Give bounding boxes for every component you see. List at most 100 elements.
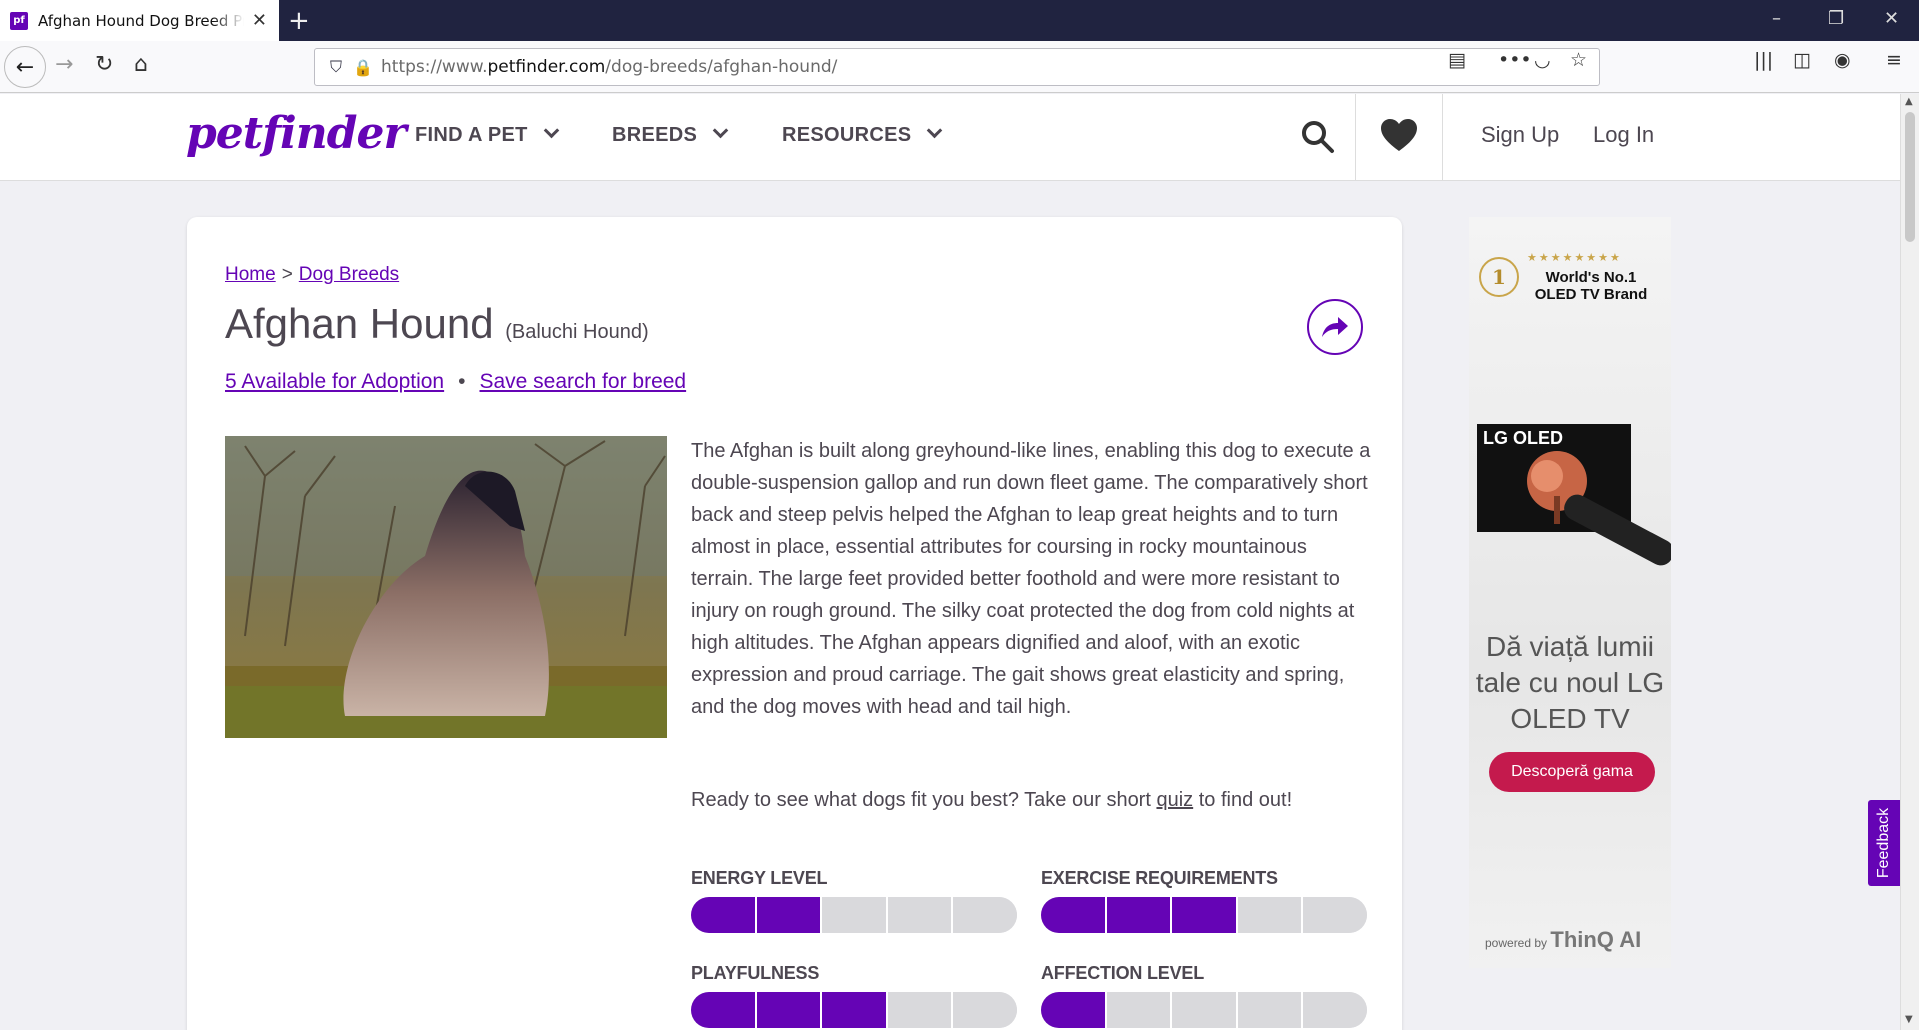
minimize-icon[interactable]: –: [1772, 8, 1781, 29]
search-icon[interactable]: [1300, 119, 1336, 155]
feedback-label: Feedback: [1875, 807, 1893, 879]
ad-headline: Dă viață lumii tale cu noul LG OLED TV: [1475, 631, 1665, 734]
meter-segment-empty: [822, 897, 888, 933]
meter-segment-empty: [1237, 897, 1304, 933]
brand-line-1: World's No.1: [1545, 269, 1637, 286]
petfinder-logo[interactable]: petfinder: [186, 108, 407, 159]
share-button[interactable]: [1307, 299, 1363, 355]
reload-icon[interactable]: ↻: [95, 52, 113, 77]
available-for-adoption-link[interactable]: 5 Available for Adoption: [225, 370, 444, 393]
heart-icon[interactable]: [1381, 119, 1417, 153]
sidebar-icon[interactable]: ◫: [1793, 49, 1811, 71]
home-icon[interactable]: ⌂: [134, 52, 148, 77]
chevron-down-icon: [543, 122, 559, 139]
url-path: /dog-breeds/afghan-hound/: [605, 57, 838, 77]
forward-icon[interactable]: →: [55, 52, 73, 77]
close-tab-icon[interactable]: ✕: [252, 10, 267, 31]
meter-segment-filled: [691, 897, 757, 933]
menu-label: BREEDS: [612, 124, 698, 146]
chevron-down-icon: [927, 122, 943, 139]
page-title: Afghan Hound (Baluchi Hound): [225, 300, 649, 348]
scroll-thumb[interactable]: [1905, 112, 1915, 242]
log-in-link[interactable]: Log In: [1593, 122, 1654, 148]
adoption-links: 5 Available for Adoption • Save search for…: [225, 370, 686, 394]
menu-label: FIND A PET: [415, 124, 528, 146]
exercise-requirements-label: EXERCISE REQUIREMENTS: [1041, 868, 1278, 888]
lg-advertisement[interactable]: 1 ★★★★★★★★ World's No.1 OLED TV Brand LG …: [1469, 217, 1671, 968]
meter-segment-filled: [756, 992, 823, 1028]
reader-view-icon[interactable]: ▤: [1448, 49, 1466, 71]
quiz-prompt: Ready to see what dogs fit you best? Tak…: [691, 789, 1292, 812]
back-icon[interactable]: ←: [4, 46, 46, 88]
energy-level-label: ENERGY LEVEL: [691, 868, 828, 888]
quiz-text-before: Ready to see what dogs fit you best? Tak…: [691, 789, 1157, 811]
lock-icon[interactable]: 🔒: [353, 58, 373, 77]
breed-photo: [225, 436, 667, 738]
exercise-requirements-meter: [1041, 897, 1367, 933]
favicon-icon: pf: [10, 11, 28, 30]
meter-segment-filled: [1041, 992, 1107, 1028]
breed-card: Home > Dog Breeds Afghan Hound (Baluchi Ho…: [187, 217, 1402, 1030]
meter-segment-filled: [756, 897, 823, 933]
menu-icon[interactable]: ≡: [1886, 49, 1902, 71]
energy-level-meter: [691, 897, 1017, 933]
meter-segment-filled: [1172, 897, 1238, 933]
thinq-logo: ThinQ AI: [1550, 927, 1642, 952]
scroll-up-icon[interactable]: ▲: [1905, 96, 1913, 107]
tab-title: Afghan Hound Dog Breed Profile: [38, 11, 244, 30]
affection-level-meter: [1041, 992, 1367, 1028]
browser-nav-bar: ← → ↻ ⌂ ⛉ 🔒 https://www.petfinder.com/do…: [0, 41, 1919, 93]
quiz-link[interactable]: quiz: [1156, 789, 1193, 811]
tracking-shield-icon[interactable]: ⛉: [325, 56, 347, 78]
meter-segment-empty: [1172, 992, 1238, 1028]
breadcrumb-dog-breeds[interactable]: Dog Breeds: [299, 264, 399, 285]
menu-label: RESOURCES: [782, 124, 912, 146]
menu-find-a-pet[interactable]: FIND A PET: [415, 122, 559, 147]
account-icon[interactable]: ◉: [1834, 49, 1851, 71]
more-actions-icon[interactable]: •••: [1498, 49, 1532, 71]
playfulness-label: PLAYFULNESS: [691, 963, 820, 983]
rating-stars: ★★★★★★★★: [1527, 251, 1622, 264]
meter-segment-filled: [1041, 897, 1107, 933]
new-tab-icon[interactable]: +: [288, 6, 310, 36]
share-arrow-icon: [1322, 317, 1348, 337]
bookmark-star-icon[interactable]: ☆: [1570, 49, 1587, 71]
url-bar[interactable]: ⛉ 🔒 https://www.petfinder.com/dog-breeds…: [314, 48, 1600, 86]
scroll-down-icon[interactable]: ▼: [1905, 1014, 1913, 1025]
powered-by: powered by ThinQ AI: [1485, 927, 1641, 953]
meter-segment-filled: [691, 992, 757, 1028]
breadcrumb-separator: >: [281, 264, 293, 285]
header-divider: [1442, 94, 1443, 180]
meter-segment-empty: [953, 897, 1017, 933]
meter-segment-empty: [1303, 897, 1367, 933]
close-window-icon[interactable]: ✕: [1884, 8, 1899, 29]
meter-segment-filled: [822, 992, 888, 1028]
meter-segment-empty: [1303, 992, 1367, 1028]
award-badge: 1: [1479, 257, 1519, 297]
menu-breeds[interactable]: BREEDS: [612, 122, 729, 147]
meter-segment-empty: [953, 992, 1017, 1028]
sign-up-link[interactable]: Sign Up: [1481, 122, 1559, 148]
breadcrumb-home[interactable]: Home: [225, 264, 276, 285]
meter-segment-filled: [1106, 897, 1173, 933]
save-search-link[interactable]: Save search for breed: [479, 370, 686, 393]
menu-resources[interactable]: RESOURCES: [782, 122, 943, 147]
ad-cta-button[interactable]: Descoperă gama: [1489, 752, 1655, 792]
affection-level-label: AFFECTION LEVEL: [1041, 963, 1204, 983]
feedback-tab[interactable]: Feedback: [1868, 800, 1900, 886]
breed-alt-name: (Baluchi Hound): [505, 321, 649, 343]
meter-segment-empty: [1106, 992, 1173, 1028]
pocket-icon[interactable]: ◡: [1534, 49, 1551, 71]
library-icon[interactable]: |||: [1754, 49, 1773, 71]
url-prefix: https://www.: [381, 57, 488, 77]
header-divider: [1355, 94, 1356, 180]
link-separator: •: [458, 370, 466, 393]
ad-brand-claim: World's No.1 OLED TV Brand: [1521, 269, 1661, 303]
page-scrollbar[interactable]: ▲ ▼: [1900, 94, 1919, 1030]
meter-segment-empty: [1237, 992, 1304, 1028]
brand-line-2: OLED TV Brand: [1534, 286, 1648, 303]
restore-icon[interactable]: ❐: [1828, 8, 1844, 29]
quiz-text-after: to find out!: [1193, 789, 1293, 811]
browser-tab[interactable]: pf Afghan Hound Dog Breed Profile ✕: [0, 0, 279, 41]
browser-tab-bar: pf Afghan Hound Dog Breed Profile ✕ + – …: [0, 0, 1919, 41]
